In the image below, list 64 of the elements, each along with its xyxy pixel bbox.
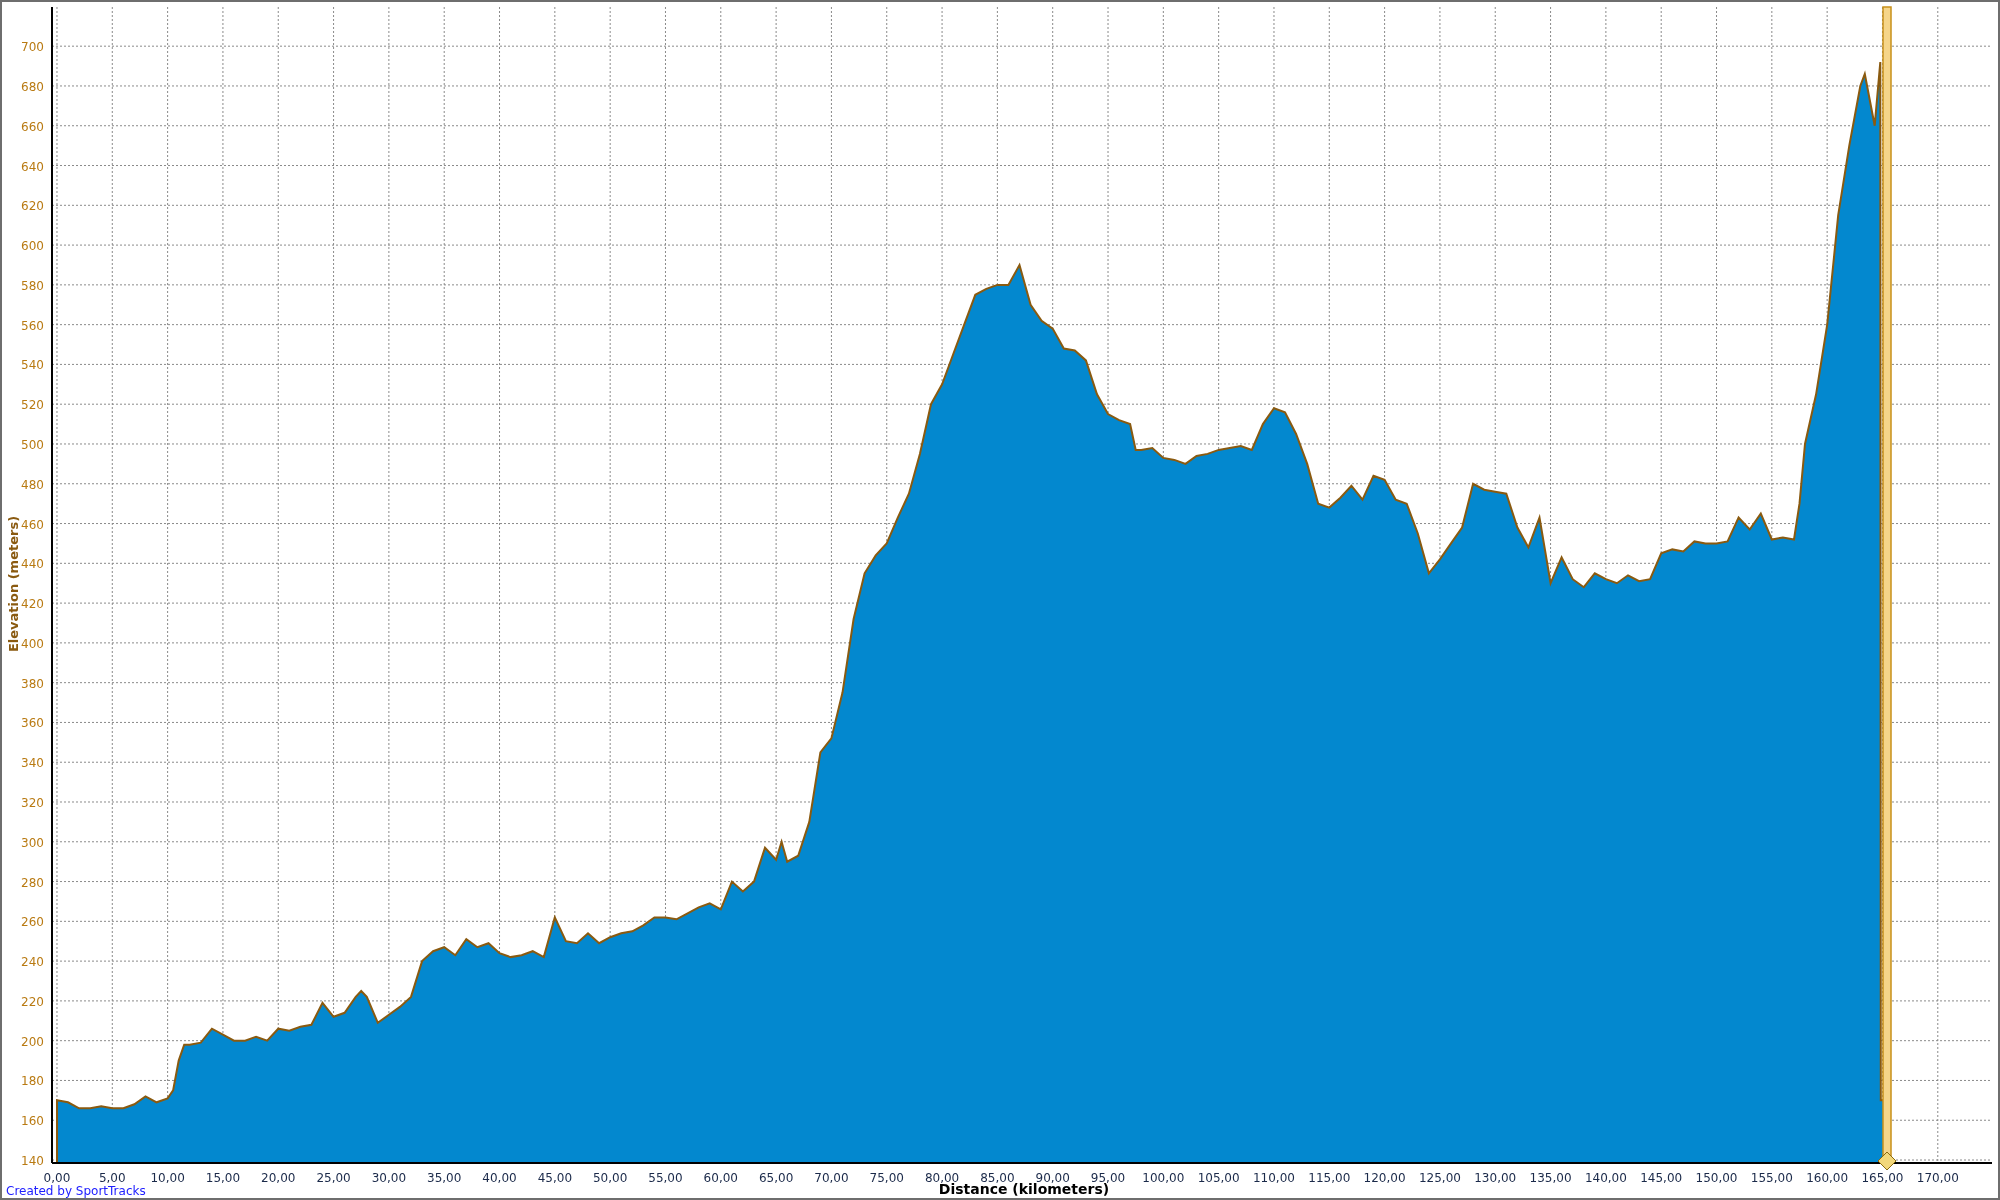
- x-tick-label: 35,00: [427, 1171, 462, 1185]
- x-tick-label: 155,00: [1750, 1171, 1793, 1185]
- x-tick-label: 75,00: [869, 1171, 904, 1185]
- x-tick-label: 140,00: [1584, 1171, 1627, 1185]
- y-tick-label: 460: [21, 517, 44, 532]
- y-tick-label: 520: [21, 398, 44, 413]
- x-tick-label: 25,00: [316, 1171, 351, 1185]
- y-tick-label: 260: [21, 915, 44, 930]
- y-tick-label: 340: [21, 756, 44, 771]
- y-tick-label: 200: [21, 1034, 44, 1049]
- y-tick-label: 540: [21, 358, 44, 373]
- x-tick-label: 85,00: [980, 1171, 1015, 1185]
- y-tick-label: 400: [21, 636, 44, 651]
- x-tick-label: 40,00: [482, 1171, 517, 1185]
- x-tick-label: 150,00: [1695, 1171, 1738, 1185]
- x-tick-label: 130,00: [1474, 1171, 1517, 1185]
- y-tick-label: 660: [21, 119, 44, 134]
- x-tick-label: 65,00: [758, 1171, 794, 1185]
- y-tick-label: 240: [21, 955, 44, 970]
- y-tick-label: 380: [21, 676, 44, 691]
- y-tick-label: 480: [21, 477, 44, 492]
- y-tick-label: 580: [21, 278, 44, 293]
- x-tick-label: 45,00: [537, 1171, 572, 1185]
- y-tick-label: 220: [21, 994, 44, 1009]
- selection-cursor[interactable]: [1877, 6, 1897, 1171]
- x-tick-label: 10,00: [150, 1171, 185, 1185]
- x-tick-label: 120,00: [1363, 1171, 1406, 1185]
- x-tick-label: 125,00: [1418, 1171, 1461, 1185]
- y-tick-label: 500: [21, 438, 44, 452]
- x-tick-label: 60,00: [703, 1171, 738, 1185]
- x-tick-label: 5,00: [98, 1171, 126, 1185]
- x-tick-label: 145,00: [1640, 1171, 1683, 1185]
- x-tick-label: 30,00: [371, 1171, 407, 1185]
- y-axis-title: Elevation (meters): [6, 515, 21, 653]
- x-tick-label: 100,00: [1142, 1171, 1185, 1185]
- x-tick-label: 135,00: [1529, 1171, 1572, 1185]
- y-tick-label: 440: [21, 557, 44, 572]
- y-tick-label: 420: [21, 597, 44, 612]
- x-tick-label: 70,00: [814, 1171, 849, 1185]
- x-tick-label: 170,00: [1916, 1171, 1959, 1185]
- x-tick-label: 105,00: [1197, 1171, 1240, 1185]
- y-tick-label: 700: [21, 40, 44, 55]
- x-tick-label: 20,00: [261, 1171, 296, 1185]
- y-tick-label: 600: [21, 239, 44, 254]
- y-tick-label: 640: [21, 159, 44, 174]
- y-tick-label: 360: [21, 716, 44, 731]
- y-tick-label: 280: [21, 875, 44, 890]
- y-tick-label: 160: [21, 1114, 44, 1129]
- y-tick-label: 680: [21, 79, 44, 94]
- x-tick-label: 160,00: [1806, 1171, 1849, 1185]
- y-tick-label: 620: [21, 199, 44, 214]
- x-tick-label: 55,00: [648, 1171, 683, 1185]
- y-tick-label: 140: [21, 1154, 44, 1168]
- credit-link[interactable]: Created by SportTracks: [6, 1184, 146, 1198]
- x-tick-label: 50,00: [593, 1171, 628, 1185]
- y-tick-label: 560: [21, 318, 44, 333]
- x-tick-label: 0,00: [43, 1171, 71, 1185]
- x-tick-label: 165,00: [1861, 1171, 1904, 1185]
- y-tick-label: 180: [21, 1074, 44, 1089]
- y-tick-label: 320: [21, 796, 44, 810]
- x-tick-label: 110,00: [1252, 1171, 1295, 1185]
- x-tick-label: 15,00: [205, 1171, 241, 1185]
- x-tick-label: 115,00: [1308, 1171, 1351, 1185]
- y-tick-label: 300: [21, 835, 44, 850]
